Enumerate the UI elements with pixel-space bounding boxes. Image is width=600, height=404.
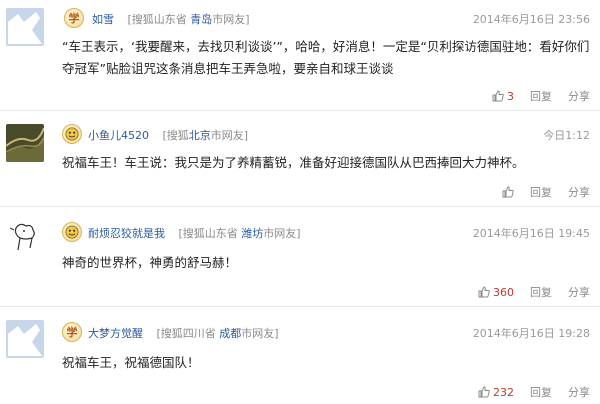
avatar[interactable] xyxy=(6,124,44,162)
like-button[interactable]: 232 xyxy=(478,386,514,399)
level-badge: 学 xyxy=(62,322,82,342)
username[interactable]: 如雪 xyxy=(92,13,114,26)
smiley-badge-icon xyxy=(65,127,79,141)
timestamp: 2014年6月16日 19:45 xyxy=(472,227,590,240)
comment-item: 小鱼儿4520 [搜狐北京市网友] 今日1:12 祝福车王！车王说：我只是为了养… xyxy=(0,112,600,204)
timestamp: 2014年6月16日 23:56 xyxy=(472,13,590,26)
default-avatar-icon xyxy=(6,320,44,358)
comment-text: “车王表示，‘我要醒来，去找贝利谈谈’”，哈哈，好消息！一定是“贝利探访德国驻地… xyxy=(62,39,590,76)
comment-text: 神奇的世界杯，神勇的舒马赫！ xyxy=(62,255,238,270)
username[interactable]: 小鱼儿4520 xyxy=(88,129,149,142)
divider xyxy=(0,110,600,111)
source-city[interactable]: 北京 xyxy=(189,129,211,142)
user-source: [搜狐四川省 成都市网友] xyxy=(156,327,279,340)
dog-sketch-avatar-icon xyxy=(6,218,44,256)
comment-actions: 回复 分享 xyxy=(486,184,590,200)
comment-item: 耐烦忍狡就是我 [搜狐山东省 潍坊市网友] 2014年6月16日 19:45 神… xyxy=(0,208,600,304)
username[interactable]: 耐烦忍狡就是我 xyxy=(88,227,165,240)
divider xyxy=(0,206,600,207)
avatar[interactable] xyxy=(6,320,44,358)
share-button[interactable]: 分享 xyxy=(568,184,590,200)
username[interactable]: 大梦方觉醒 xyxy=(88,327,143,340)
user-source: [搜狐北京市网友] xyxy=(162,129,249,142)
comment-item: 学 如雪 [搜狐山东省 青岛市网友] 2014年6月16日 23:56 “车王表… xyxy=(0,0,600,108)
level-badge xyxy=(62,222,82,242)
thumb-up-icon xyxy=(502,186,514,198)
source-city[interactable]: 青岛 xyxy=(190,13,212,26)
reply-button[interactable]: 回复 xyxy=(530,284,552,300)
avatar[interactable] xyxy=(6,8,44,46)
comment-actions: 232 回复 分享 xyxy=(462,384,590,400)
like-count: 360 xyxy=(493,285,514,299)
level-badge xyxy=(62,124,82,144)
comment-text: 祝福车王！车王说：我只是为了养精蓄锐，准备好迎接德国队从巴西捧回大力神杯。 xyxy=(62,155,525,170)
user-source: [搜狐山东省 潍坊市网友] xyxy=(178,227,301,240)
like-button[interactable]: 3 xyxy=(492,90,514,103)
share-button[interactable]: 分享 xyxy=(568,384,590,400)
reply-button[interactable]: 回复 xyxy=(530,384,552,400)
comment-meta: 大梦方觉醒 [搜狐四川省 成都市网友] xyxy=(88,325,279,341)
like-button[interactable] xyxy=(502,186,514,198)
comment-item: 学 大梦方觉醒 [搜狐四川省 成都市网友] 2014年6月16日 19:28 祝… xyxy=(0,308,600,404)
like-count: 3 xyxy=(507,89,514,103)
level-badge: 学 xyxy=(64,8,84,28)
reply-button[interactable]: 回复 xyxy=(530,88,552,104)
share-button[interactable]: 分享 xyxy=(568,88,590,104)
like-button[interactable]: 360 xyxy=(478,286,514,299)
comment-meta: 耐烦忍狡就是我 [搜狐山东省 潍坊市网友] xyxy=(88,225,301,241)
default-avatar-icon xyxy=(6,8,44,46)
comment-meta: 小鱼儿4520 [搜狐北京市网友] xyxy=(88,127,248,143)
timestamp: 2014年6月16日 19:28 xyxy=(472,327,590,340)
divider xyxy=(0,306,600,307)
timestamp: 今日1:12 xyxy=(543,129,590,142)
user-source: [搜狐山东省 青岛市网友] xyxy=(127,13,250,26)
comment-meta: 如雪 [搜狐山东省 青岛市网友] xyxy=(92,11,250,27)
photo-avatar-icon xyxy=(6,124,44,162)
smiley-badge-icon xyxy=(65,225,79,239)
source-city[interactable]: 成都 xyxy=(219,327,241,340)
reply-button[interactable]: 回复 xyxy=(530,184,552,200)
avatar[interactable] xyxy=(6,218,44,256)
comment-text: 祝福车王，祝福德国队！ xyxy=(62,355,200,370)
comment-actions: 3 回复 分享 xyxy=(476,88,590,104)
share-button[interactable]: 分享 xyxy=(568,284,590,300)
thumb-up-icon xyxy=(478,286,490,298)
source-city[interactable]: 潍坊 xyxy=(241,227,263,240)
like-count: 232 xyxy=(493,385,514,399)
thumb-up-icon xyxy=(478,386,490,398)
thumb-up-icon xyxy=(492,90,504,102)
comment-actions: 360 回复 分享 xyxy=(462,284,590,300)
